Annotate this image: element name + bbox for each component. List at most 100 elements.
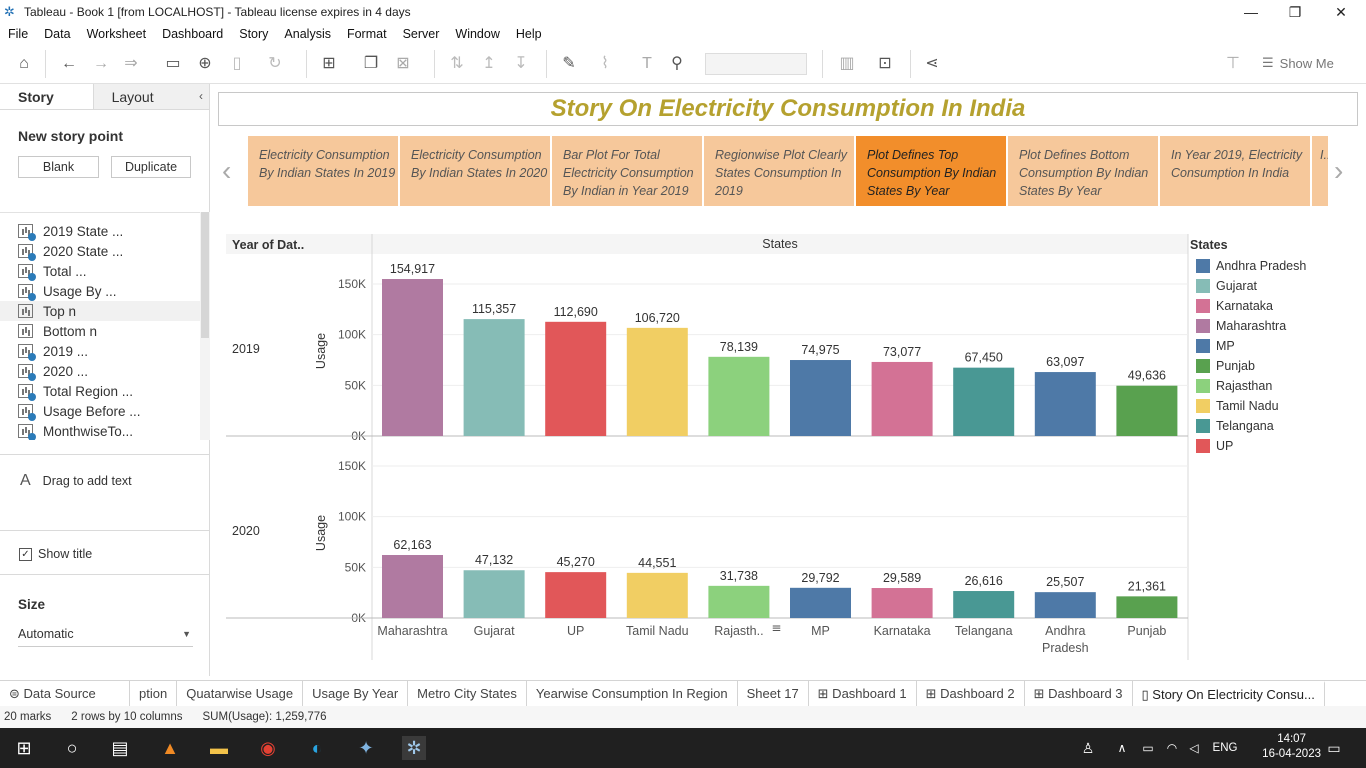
duplicate-button[interactable]: Duplicate [111,156,191,178]
fit-dropdown[interactable] [705,53,807,75]
app-icon[interactable]: ✦ [354,736,378,760]
sheet-tab[interactable]: Yearwise Consumption In Region [527,680,738,707]
sheet-tab[interactable]: ⊞ Dashboard 2 [917,680,1025,707]
sheet-list-item[interactable]: MonthwiseTo... [0,421,210,440]
menu-item-data[interactable]: Data [36,27,78,41]
sheet-tab[interactable]: Quatarwise Usage [177,680,304,707]
sheet-tab[interactable]: Sheet 17 [738,680,809,707]
story-point-caption[interactable]: Plot Defines Top Consumption By Indian S… [856,136,1006,206]
sort-descending-icon[interactable]: ↧ [510,54,532,74]
story-point-caption[interactable]: Bar Plot For Total Electricity Consumpti… [552,136,702,206]
clock[interactable]: 14:07 16-04-2023 [1262,732,1321,762]
sheet-list-item[interactable]: 2019 ... [0,341,210,361]
sheet-list-item[interactable]: Usage By ... [0,281,210,301]
volume-icon[interactable]: ◁ [1182,736,1206,760]
sheet-tab[interactable]: Metro City States [408,680,527,707]
menu-item-analysis[interactable]: Analysis [276,27,339,41]
duplicate-sheet-icon[interactable]: ❐ [360,54,382,74]
sheet-list-scrollbar[interactable] [200,212,210,440]
minimize-button[interactable]: — [1228,0,1274,24]
drag-text-item[interactable]: A Drag to add text [20,472,132,490]
story-point-caption[interactable]: In Year 2019, Electricity Consumption In… [1160,136,1310,206]
tableau-taskbar-icon[interactable]: ✲ [402,736,426,760]
show-me-button[interactable]: ☰ Show Me [1262,55,1334,71]
menu-item-window[interactable]: Window [447,27,507,41]
menu-item-dashboard[interactable]: Dashboard [154,27,231,41]
close-button[interactable]: ✕ [1318,0,1364,24]
sheet-tab[interactable]: Usage By Year [303,680,409,707]
new-worksheet-icon[interactable]: ⊞ [318,54,340,74]
sheet-list-item[interactable]: 2020 ... [0,361,210,381]
show-cards-icon[interactable]: ▥ [836,54,858,74]
clear-sheet-icon[interactable]: ⊠ [392,54,414,74]
legend-item[interactable]: MP [1190,336,1360,356]
collapse-panel-icon[interactable]: ‹ [199,89,203,103]
sheet-tab[interactable]: ⊞ Dashboard 1 [809,680,917,707]
sheet-list-item[interactable]: Usage Before ... [0,401,210,421]
story-point-caption[interactable]: I... [1312,136,1328,206]
home-icon[interactable]: ⌂ [13,54,35,74]
previous-story-point-icon[interactable]: ‹ [222,155,231,187]
replay-icon[interactable]: ⇒ [120,54,142,74]
search-icon[interactable]: ○ [60,736,84,760]
blank-button[interactable]: Blank [18,156,99,178]
sheet-tab[interactable]: ⊞ Dashboard 3 [1025,680,1133,707]
legend-item[interactable]: Maharashtra [1190,316,1360,336]
next-story-point-icon[interactable]: › [1334,155,1343,187]
size-dropdown[interactable]: Automatic ▼ [18,627,193,647]
vlc-icon[interactable]: ▲ [158,736,182,760]
legend-item[interactable]: Rajasthan [1190,376,1360,396]
legend-item[interactable]: Karnataka [1190,296,1360,316]
notification-icon[interactable]: ▭ [1322,736,1346,760]
sheet-list-item[interactable]: Total ... [0,261,210,281]
windows-start-icon[interactable]: ⊞ [12,736,36,760]
sheet-tab[interactable]: ▯ Story On Electricity Consu... [1132,680,1325,707]
new-data-source-icon[interactable]: ⊕ [194,54,216,74]
sheet-list-item[interactable]: 2020 State ... [0,241,210,261]
redo-icon[interactable]: → [90,54,112,74]
format-painter-icon[interactable]: ⊤ [1222,54,1244,74]
group-icon[interactable]: ⌇ [594,54,616,74]
share-icon[interactable]: ⋖ [921,54,943,74]
legend-item[interactable]: Telangana [1190,416,1360,436]
tab-data-source[interactable]: ⊜ Data Source [0,680,130,707]
pin-icon[interactable]: ⚲ [666,54,688,74]
menu-item-file[interactable]: File [0,27,36,41]
people-icon[interactable]: ♙ [1076,736,1100,760]
chrome-icon[interactable]: ◉ [256,736,280,760]
task-view-icon[interactable]: ▤ [108,736,132,760]
story-point-caption[interactable]: Plot Defines Bottom Consumption By India… [1008,136,1158,206]
menu-item-server[interactable]: Server [395,27,448,41]
legend-item[interactable]: Andhra Pradesh [1190,256,1360,276]
story-point-caption[interactable]: Electricity Consumption By Indian States… [400,136,550,206]
refresh-icon[interactable]: ↻ [264,54,286,74]
tab-story[interactable]: Story [0,84,94,109]
legend-item[interactable]: Punjab [1190,356,1360,376]
legend-item[interactable]: Gujarat [1190,276,1360,296]
legend-item[interactable]: Tamil Nadu [1190,396,1360,416]
story-point-caption[interactable]: Electricity Consumption By Indian States… [248,136,398,206]
sheet-tab[interactable]: ption [130,680,178,707]
sort-icon[interactable]: ≡ [771,621,781,635]
story-point-caption[interactable]: Regionwise Plot Clearly States Consumpti… [704,136,854,206]
restore-button[interactable]: ❐ [1272,0,1318,24]
edge-icon[interactable]: ◐ [305,736,329,760]
presentation-mode-icon[interactable]: ⊡ [874,54,896,74]
menu-item-help[interactable]: Help [508,27,550,41]
show-title-checkbox[interactable]: ✓ Show title [19,547,92,561]
legend-item[interactable]: UP [1190,436,1360,456]
pause-update-icon[interactable]: ▯ [226,54,248,74]
sheet-list-item[interactable]: Top n [0,301,210,321]
file-explorer-icon[interactable]: ▬ [207,736,231,760]
labels-icon[interactable]: T [636,54,658,74]
sheet-list-item[interactable]: Bottom n [0,321,210,341]
sheet-list-item[interactable]: Total Region ... [0,381,210,401]
sort-ascending-icon[interactable]: ↥ [478,54,500,74]
chevron-up-icon[interactable]: ∧ [1110,736,1134,760]
menu-item-story[interactable]: Story [231,27,276,41]
swap-icon[interactable]: ⇅ [446,54,468,74]
menu-item-format[interactable]: Format [339,27,395,41]
story-title[interactable]: Story On Electricity Consumption In Indi… [218,92,1358,126]
battery-icon[interactable]: ▭ [1136,736,1160,760]
undo-icon[interactable]: ← [58,54,80,74]
